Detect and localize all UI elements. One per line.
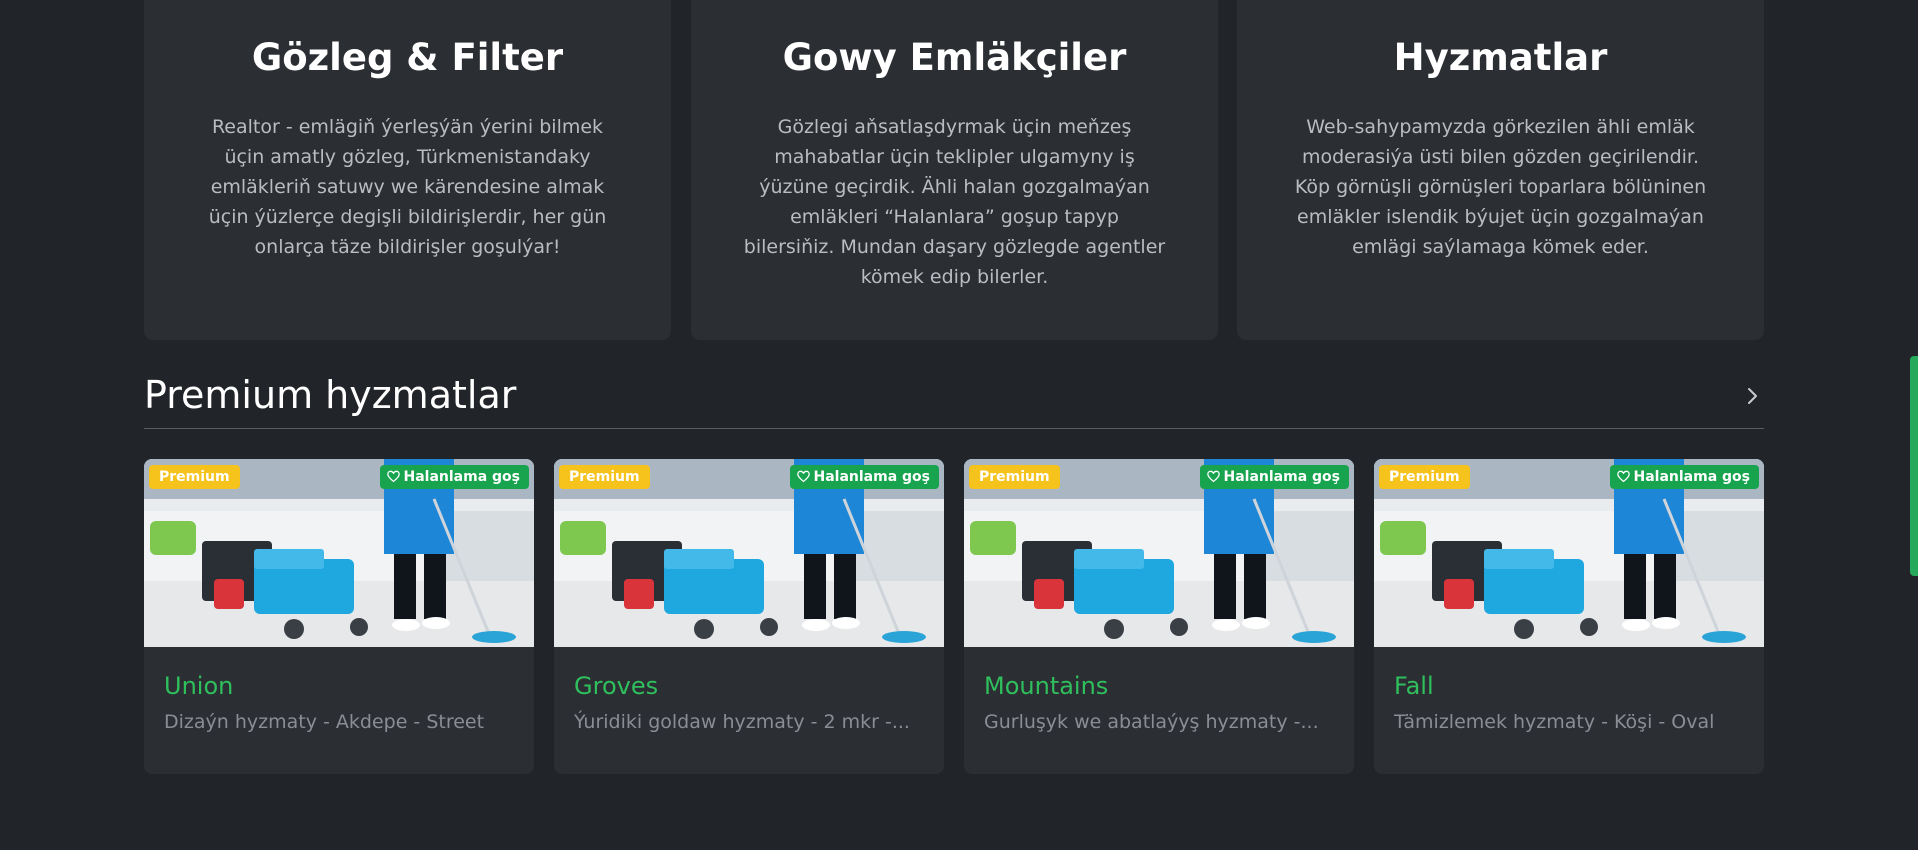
heart-icon — [1207, 470, 1221, 483]
premium-badge: Premium — [1379, 465, 1470, 489]
favorites-label: Halanlama goş — [1633, 469, 1750, 485]
favorites-label: Halanlama goş — [813, 469, 930, 485]
favorites-label: Halanlama goş — [403, 469, 520, 485]
premium-badge: Premium — [559, 465, 650, 489]
feature-card-services: Hyzmatlar Web-sahypamyzda görkezilen ähl… — [1237, 0, 1764, 340]
premium-card[interactable]: Premium Halanlama goş Union Dizaýn hyzma… — [144, 459, 534, 774]
feature-card-search: Gözleg & Filter Realtor - emlägiň ýerleş… — [144, 0, 671, 340]
premium-section-header: Premium hyzmatlar — [144, 368, 1764, 429]
card-image[interactable]: Premium Halanlama goş — [144, 459, 534, 647]
heart-icon — [1617, 470, 1631, 483]
card-subtitle: Ýuridiki goldaw hyzmaty - 2 mkr -... — [574, 711, 910, 733]
heart-icon — [797, 470, 811, 483]
premium-card[interactable]: Premium Halanlama goş Mountains Gurluşyk… — [964, 459, 1354, 774]
feature-text: Realtor - emlägiň ýerleşýän ýerini bilme… — [208, 116, 607, 258]
card-title[interactable]: Union — [164, 671, 233, 701]
card-image[interactable]: Premium Halanlama goş — [1374, 459, 1764, 647]
scrollbar-thumb[interactable] — [1910, 356, 1918, 576]
heart-icon — [387, 470, 401, 483]
add-to-favorites-button[interactable]: Halanlama goş — [380, 465, 529, 489]
card-title[interactable]: Fall — [1394, 671, 1434, 701]
add-to-favorites-button[interactable]: Halanlama goş — [790, 465, 939, 489]
add-to-favorites-button[interactable]: Halanlama goş — [1610, 465, 1759, 489]
feature-title: Gözleg & Filter — [251, 36, 564, 79]
feature-title: Hyzmatlar — [1393, 36, 1608, 79]
premium-card[interactable]: Premium Halanlama goş Fall Tämizlemek hy… — [1374, 459, 1764, 774]
feature-text: Web-sahypamyzda görkezilen ähli emläk mo… — [1294, 116, 1707, 258]
page-scrollbar[interactable] — [1910, 0, 1918, 850]
feature-text: Gözlegi aňsatlaşdyrmak üçin meňzeş mahab… — [743, 116, 1166, 288]
card-subtitle: Gurluşyk we abatlaýyş hyzmaty -... — [984, 711, 1319, 733]
premium-badge: Premium — [149, 465, 240, 489]
favorites-label: Halanlama goş — [1223, 469, 1340, 485]
feature-card-realtors: Gowy Emläkçiler Gözlegi aňsatlaşdyrmak ü… — [691, 0, 1218, 340]
card-image[interactable]: Premium Halanlama goş — [964, 459, 1354, 647]
premium-card[interactable]: Premium Halanlama goş Groves Ýuridiki go… — [554, 459, 944, 774]
add-to-favorites-button[interactable]: Halanlama goş — [1200, 465, 1349, 489]
section-title: Premium hyzmatlar — [144, 373, 517, 417]
premium-cards: Premium Halanlama goş Union Dizaýn hyzma… — [144, 459, 1764, 774]
card-subtitle: Tämizlemek hyzmaty - Köşi - Oval — [1394, 711, 1715, 733]
chevron-right-icon[interactable] — [1740, 384, 1764, 408]
feature-title: Gowy Emläkçiler — [782, 36, 1127, 79]
card-title[interactable]: Groves — [574, 671, 658, 701]
card-title[interactable]: Mountains — [984, 671, 1108, 701]
features-row: Gözleg & Filter Realtor - emlägiň ýerleş… — [144, 0, 1764, 340]
card-subtitle: Dizaýn hyzmaty - Akdepe - Street — [164, 711, 485, 733]
premium-badge: Premium — [969, 465, 1060, 489]
card-image[interactable]: Premium Halanlama goş — [554, 459, 944, 647]
